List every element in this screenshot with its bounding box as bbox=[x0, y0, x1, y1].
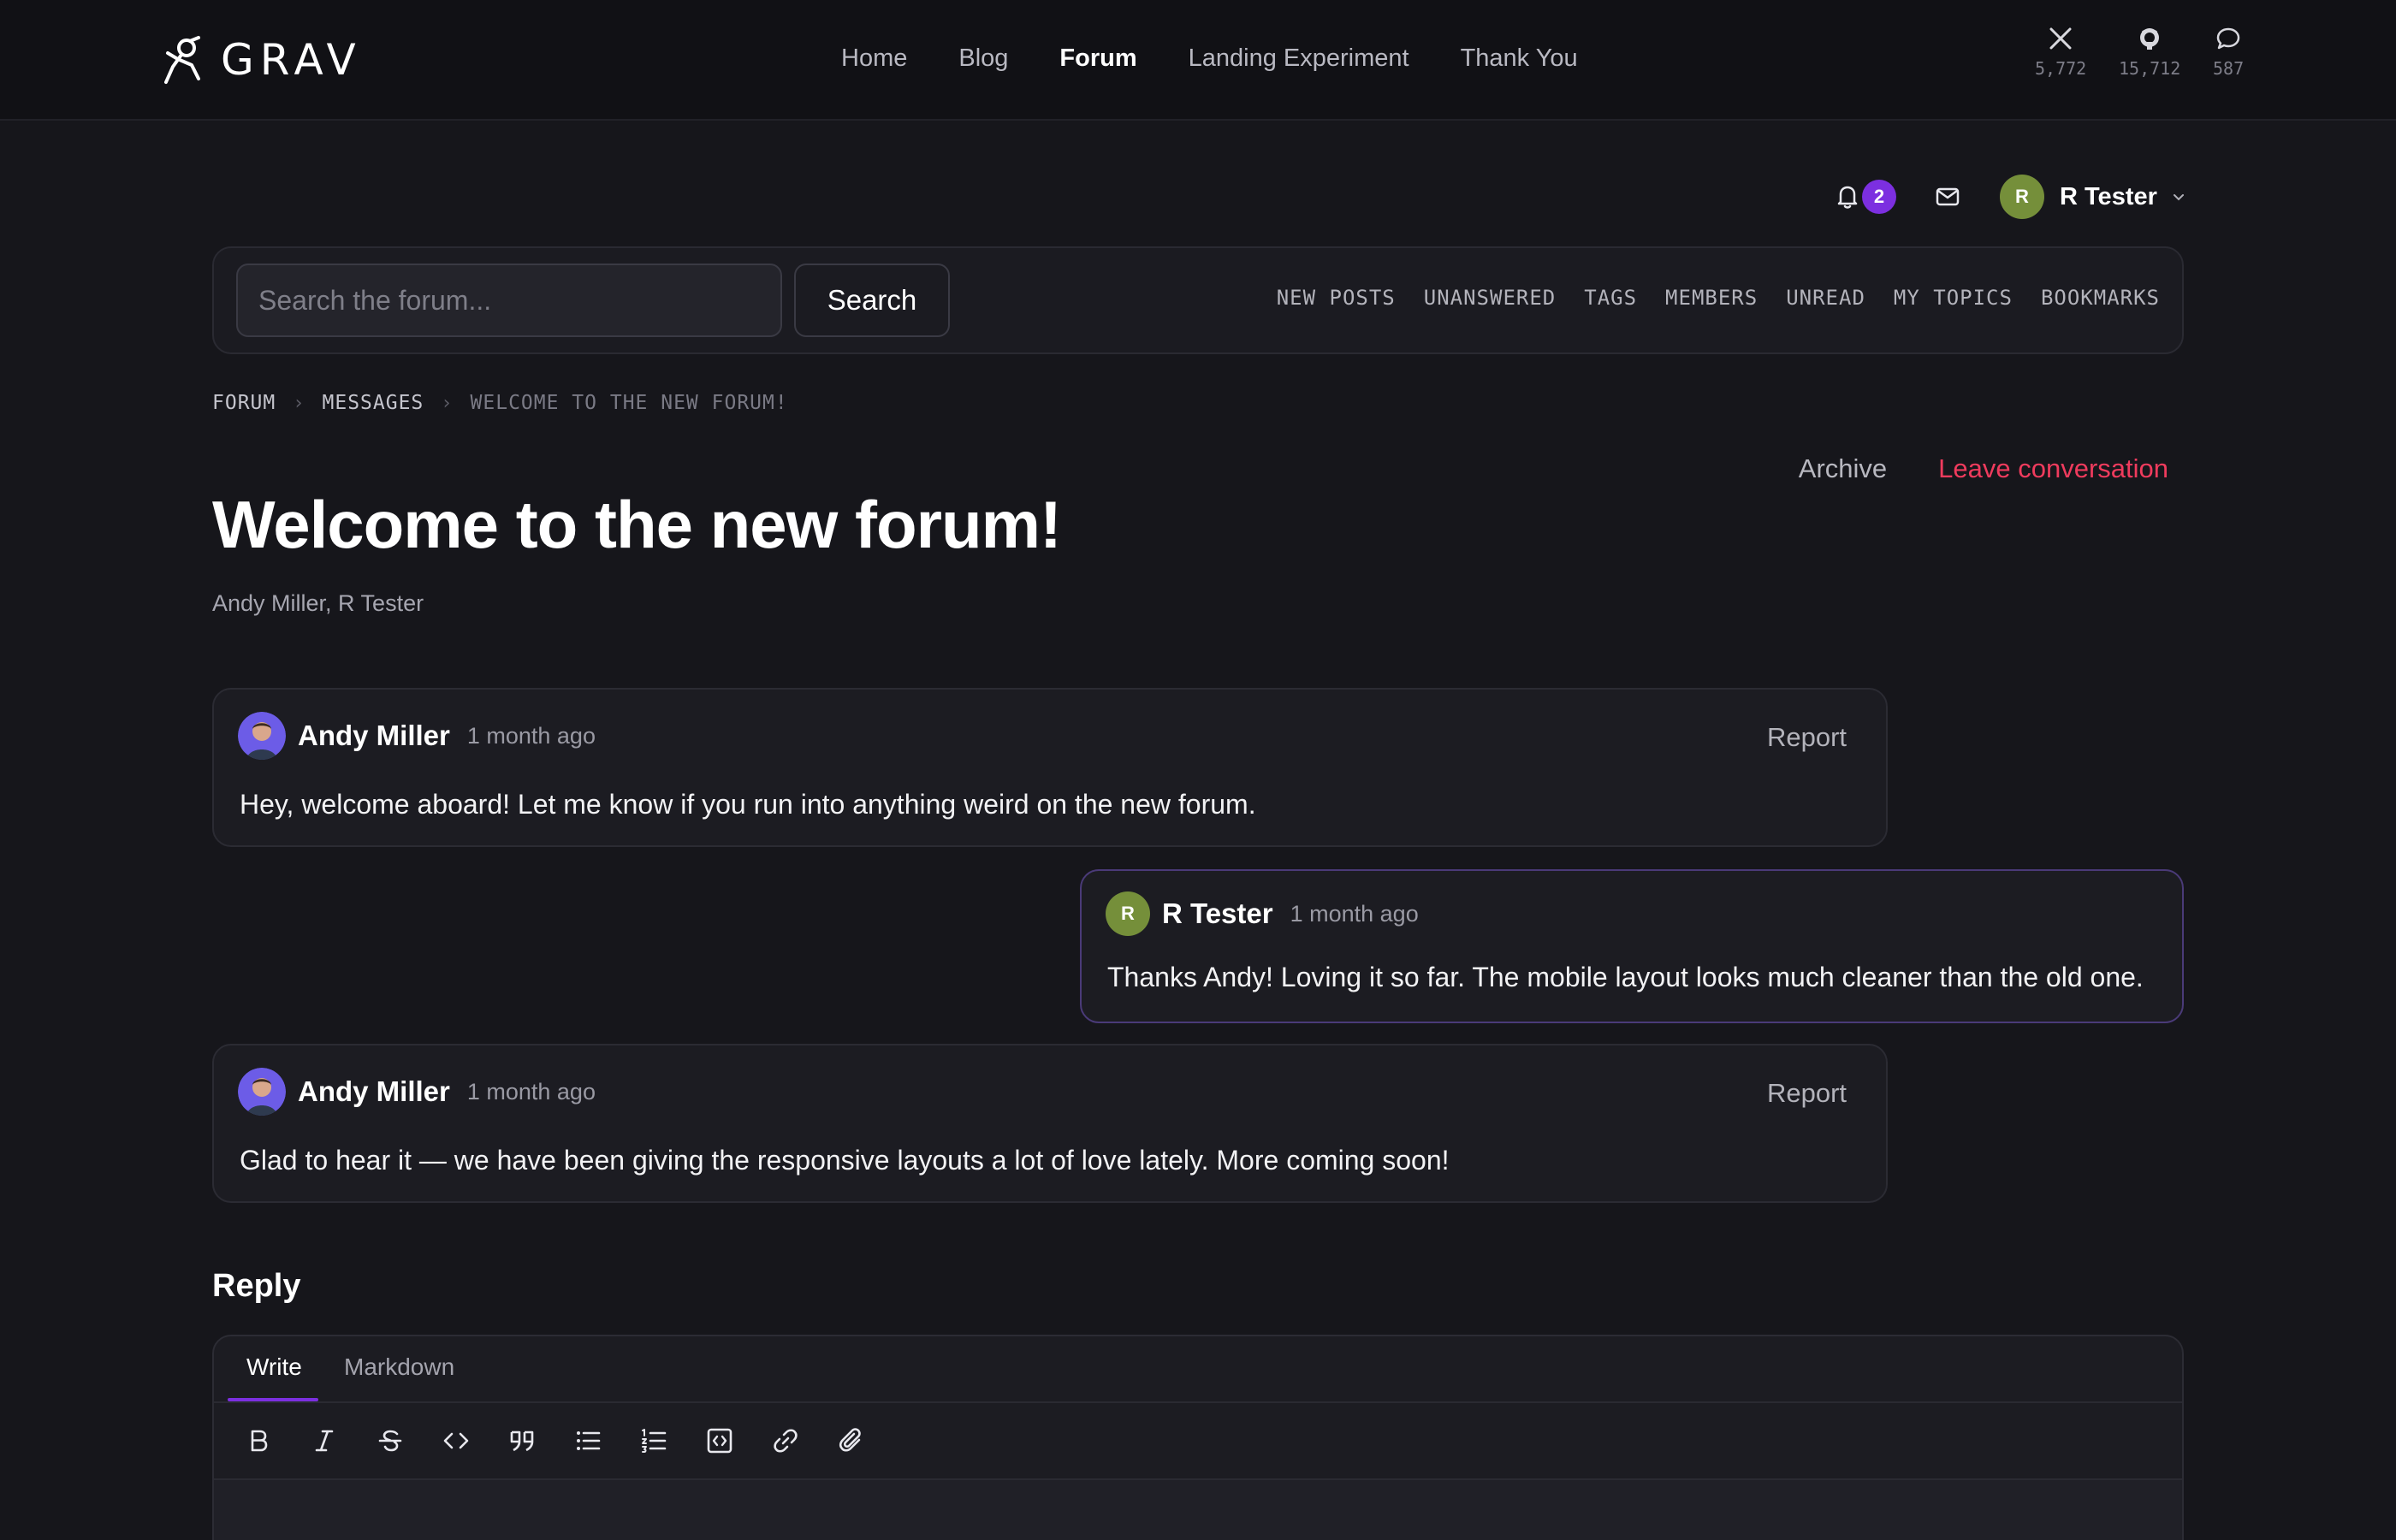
inline-code-icon[interactable] bbox=[441, 1425, 471, 1456]
nav-item-thank-you[interactable]: Thank You bbox=[1461, 38, 1578, 79]
message-card: Andy Miller 1 month ago Report Glad to h… bbox=[212, 1044, 1888, 1203]
subnav-new-posts[interactable]: NEW POSTS bbox=[1277, 286, 1396, 310]
chat-icon bbox=[2216, 27, 2240, 50]
social-chat-link[interactable]: 587 bbox=[2213, 26, 2244, 79]
author-avatar: R bbox=[1106, 891, 1150, 936]
numbered-list-icon[interactable] bbox=[638, 1425, 669, 1456]
breadcrumb: FORUM › MESSAGES › WELCOME TO THE NEW FO… bbox=[212, 392, 788, 414]
nav-item-blog[interactable]: Blog bbox=[958, 38, 1008, 79]
message-body: Glad to hear it — we have been giving th… bbox=[240, 1145, 1450, 1176]
bold-icon[interactable] bbox=[243, 1425, 274, 1456]
subnav-members[interactable]: MEMBERS bbox=[1665, 286, 1758, 310]
message-timestamp: 1 month ago bbox=[466, 1078, 596, 1105]
nav-item-forum[interactable]: Forum bbox=[1059, 38, 1136, 79]
brand-name: GRAV bbox=[221, 35, 362, 85]
breadcrumb-separator-icon: › bbox=[441, 392, 454, 414]
main-navigation: Home Blog Forum Landing Experiment Thank… bbox=[841, 38, 1578, 79]
attach-icon[interactable] bbox=[836, 1425, 867, 1456]
report-button[interactable]: Report bbox=[1767, 722, 1847, 753]
subnav-unread[interactable]: UNREAD bbox=[1786, 286, 1865, 310]
chat-member-count: 587 bbox=[2213, 58, 2245, 79]
message-author[interactable]: R Tester bbox=[1162, 897, 1273, 930]
conversation-participants: Andy Miller, R Tester bbox=[212, 590, 424, 616]
github-icon bbox=[2140, 28, 2160, 50]
message-timestamp: 1 month ago bbox=[466, 722, 596, 749]
user-name: R Tester bbox=[2060, 182, 2157, 210]
message-card: Andy Miller 1 month ago Report Hey, welc… bbox=[212, 688, 1888, 847]
nav-item-landing-experiment[interactable]: Landing Experiment bbox=[1189, 38, 1409, 79]
author-avatar bbox=[238, 712, 286, 760]
subnav-bookmarks[interactable]: BOOKMARKS bbox=[2041, 286, 2160, 310]
italic-icon[interactable] bbox=[309, 1425, 340, 1456]
editor-tabs: Write Markdown bbox=[214, 1336, 2182, 1403]
message-card-own: R R Tester 1 month ago Thanks Andy! Lovi… bbox=[1080, 869, 2184, 1023]
tab-markdown[interactable]: Markdown bbox=[344, 1353, 454, 1381]
chevron-down-icon bbox=[2173, 194, 2184, 201]
breadcrumb-messages[interactable]: MESSAGES bbox=[323, 392, 424, 414]
message-timestamp: 1 month ago bbox=[1290, 900, 1419, 927]
top-navigation-bar: GRAV Home Blog Forum Landing Experiment … bbox=[0, 0, 2396, 121]
editor-toolbar bbox=[214, 1403, 2182, 1480]
message-author[interactable]: Andy Miller bbox=[298, 720, 450, 752]
breadcrumb-forum[interactable]: FORUM bbox=[212, 392, 276, 414]
link-icon[interactable] bbox=[770, 1425, 801, 1456]
message-body: Hey, welcome aboard! Let me know if you … bbox=[240, 789, 1256, 820]
breadcrumb-separator-icon: › bbox=[293, 392, 305, 414]
subnav-tags[interactable]: TAGS bbox=[1584, 286, 1637, 310]
bullet-list-icon[interactable] bbox=[572, 1425, 603, 1456]
quote-icon[interactable] bbox=[507, 1425, 537, 1456]
subnav-unanswered[interactable]: UNANSWERED bbox=[1424, 286, 1557, 310]
user-menu[interactable]: R R Tester bbox=[2000, 175, 2186, 219]
reply-heading: Reply bbox=[212, 1268, 301, 1304]
strikethrough-icon[interactable] bbox=[375, 1425, 406, 1456]
forum-search-input[interactable] bbox=[236, 264, 782, 337]
conversation-actions: Archive Leave conversation bbox=[1799, 453, 2168, 484]
forum-subnav: NEW POSTS UNANSWERED TAGS MEMBERS UNREAD… bbox=[1277, 286, 2160, 310]
page-title: Welcome to the new forum! bbox=[212, 487, 1062, 562]
author-avatar bbox=[238, 1068, 286, 1116]
message-author[interactable]: Andy Miller bbox=[298, 1075, 450, 1108]
grav-logo[interactable]: GRAV bbox=[161, 31, 362, 89]
notification-count-badge[interactable]: 2 bbox=[1862, 180, 1896, 214]
reply-editor: Write Markdown bbox=[212, 1335, 2184, 1540]
astronaut-logo-icon bbox=[164, 36, 200, 84]
nav-item-home[interactable]: Home bbox=[841, 38, 907, 79]
social-github-link[interactable]: 15,712 bbox=[2119, 26, 2180, 79]
tab-write[interactable]: Write bbox=[246, 1353, 302, 1381]
github-star-count: 15,712 bbox=[2119, 58, 2181, 79]
search-button[interactable]: Search bbox=[794, 264, 950, 337]
messages-mail-icon[interactable] bbox=[1934, 183, 1961, 210]
message-body: Thanks Andy! Loving it so far. The mobil… bbox=[1107, 962, 2144, 992]
code-block-icon[interactable] bbox=[704, 1425, 735, 1456]
notifications-bell-icon[interactable] bbox=[1833, 181, 1862, 210]
x-icon bbox=[2049, 27, 2072, 50]
x-follower-count: 5,772 bbox=[2035, 58, 2087, 79]
user-avatar: R bbox=[2000, 175, 2044, 219]
social-x-link[interactable]: 5,772 bbox=[2035, 26, 2086, 79]
forum-toolbar: Search NEW POSTS UNANSWERED TAGS MEMBERS… bbox=[212, 246, 2184, 354]
subnav-my-topics[interactable]: MY TOPICS bbox=[1894, 286, 2013, 310]
active-tab-indicator bbox=[228, 1398, 318, 1401]
report-button[interactable]: Report bbox=[1767, 1078, 1847, 1109]
breadcrumb-current: WELCOME TO THE NEW FORUM! bbox=[470, 392, 788, 414]
reply-textarea[interactable] bbox=[214, 1480, 2182, 1540]
archive-button[interactable]: Archive bbox=[1799, 453, 1887, 484]
leave-conversation-button[interactable]: Leave conversation bbox=[1938, 453, 2168, 484]
